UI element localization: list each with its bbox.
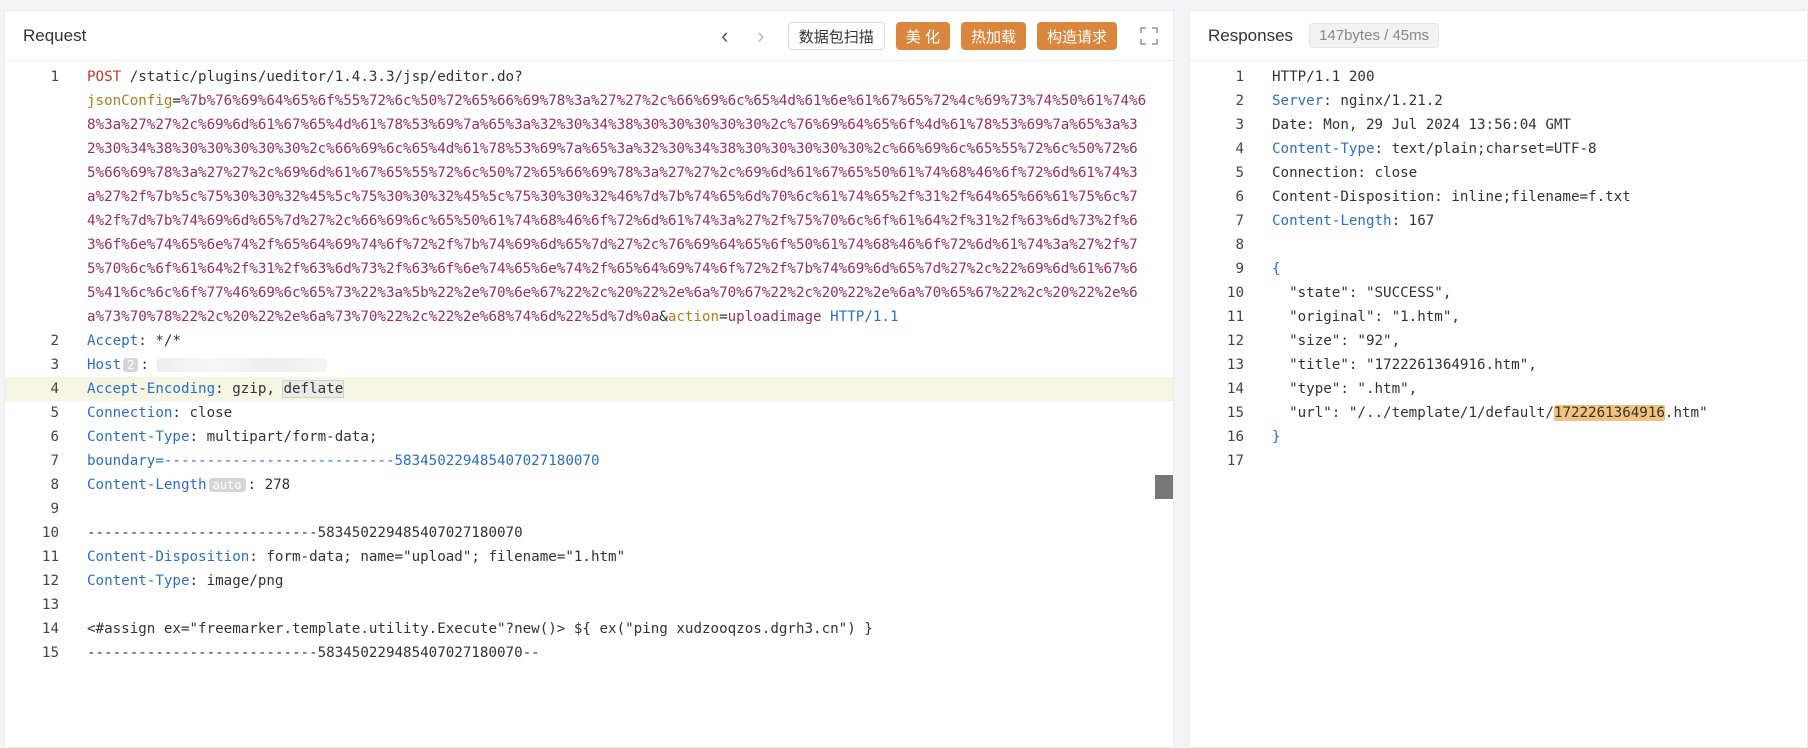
response-header: Responses 147bytes / 45ms xyxy=(1190,11,1807,61)
boundary-line: ---------------------------5834502294854… xyxy=(87,645,540,661)
selected-text: deflate xyxy=(282,380,345,398)
request-pane: Request ‹ › 数据包扫描 美 化 热加载 构造请求 1 POST /s… xyxy=(4,10,1174,748)
response-title: Responses xyxy=(1208,25,1294,45)
code-line: 7 Content-Length: 167 xyxy=(1235,213,1435,229)
code-line: 15 ---------------------------5834502294… xyxy=(5,641,1173,665)
header-name: Content-Disposition xyxy=(87,549,250,565)
code-line: 9 { xyxy=(1190,257,1807,281)
http-version: HTTP/1.1 xyxy=(821,309,899,325)
json-field: "size": "92", xyxy=(1272,333,1401,349)
request-editor[interactable]: 1 POST /static/plugins/ueditor/1.4.3.3/j… xyxy=(5,62,1173,747)
redacted-host xyxy=(156,358,327,372)
json-field: "title": "1722261364916.htm", xyxy=(1272,357,1537,373)
status-line: HTTP/1.1 200 xyxy=(1272,69,1375,85)
line-number: 1 xyxy=(50,69,59,85)
code-line: 1 POST /static/plugins/ueditor/1.4.3.3/j… xyxy=(5,65,1173,89)
header-name: Accept xyxy=(87,333,139,349)
code-line: 9 xyxy=(50,501,59,517)
code-line: jsonConfig=%7b%76%69%64%65%6f%55%72%6c%5… xyxy=(87,93,1147,325)
code-line: 7 boundary=---------------------------58… xyxy=(50,453,600,469)
code-line-active: 4 Accept-Encoding: gzip, deflate xyxy=(5,377,1173,401)
code-line: 14 <#assign ex="freemarker.template.util… xyxy=(5,617,1173,641)
header-name: Host xyxy=(87,357,122,373)
count-chip: 2 xyxy=(123,358,139,372)
code-line: 17 xyxy=(1226,453,1244,469)
code-line: 13 "title": "1722261364916.htm", xyxy=(1190,353,1807,377)
code-line: 11 "original": "1.htm", xyxy=(1190,305,1807,329)
code-line: 16 } xyxy=(1190,425,1807,449)
previous-arrow-icon[interactable]: ‹ xyxy=(714,22,736,50)
code-line: 13 xyxy=(41,597,59,613)
auto-chip: auto xyxy=(208,478,246,492)
code-line: 5 Connection: close xyxy=(50,405,233,421)
code-line: 6 Content-Disposition: inline;filename=f… xyxy=(1235,189,1631,205)
param-key: jsonConfig xyxy=(87,93,173,109)
code-line: 10 ---------------------------5834502294… xyxy=(5,521,1173,545)
code-line: 8 Content-Length auto: 278 xyxy=(50,477,291,493)
header-name: Server xyxy=(1272,93,1324,109)
highlighted-match: 1722261364916 xyxy=(1553,405,1665,421)
json-field: "url": "/../template/1/default/172226136… xyxy=(1272,405,1708,421)
json-field: "state": "SUCCESS", xyxy=(1272,285,1452,301)
next-arrow-icon[interactable]: › xyxy=(750,22,772,50)
code-line: 12 "size": "92", xyxy=(1190,329,1807,353)
code-line: 8 xyxy=(1235,237,1244,253)
boundary-key: boundary= xyxy=(87,453,164,469)
code-line: 3 Date: Mon, 29 Jul 2024 13:56:04 GMT xyxy=(1235,117,1571,133)
header-name: Content-Type xyxy=(87,429,190,445)
header-name: Content-Length xyxy=(87,477,207,493)
expand-icon[interactable] xyxy=(1139,26,1159,46)
code-line: 14 "type": ".htm", xyxy=(1190,377,1807,401)
request-toolbar: ‹ › 数据包扫描 美 化 热加载 构造请求 xyxy=(714,22,1159,50)
request-title: Request xyxy=(23,25,87,45)
build-request-button[interactable]: 构造请求 xyxy=(1036,22,1117,50)
packet-scan-button[interactable]: 数据包扫描 xyxy=(787,22,885,50)
code-line: 10 "state": "SUCCESS", xyxy=(1190,281,1807,305)
code-line: 6 Content-Type: multipart/form-data; xyxy=(50,429,378,445)
param-value: uploadimage xyxy=(727,309,822,325)
header-name: Connection xyxy=(87,405,173,421)
code-line: 12 Content-Type: image/png xyxy=(41,573,284,589)
header-name: Content-Type xyxy=(87,573,190,589)
request-header: Request ‹ › 数据包扫描 美 化 热加载 构造请求 xyxy=(5,11,1173,61)
json-field: "type": ".htm", xyxy=(1272,381,1418,397)
param-key: action xyxy=(667,309,720,325)
code-line: 1 HTTP/1.1 200 xyxy=(1190,65,1807,89)
code-line: 5 Connection: close xyxy=(1235,165,1418,181)
code-line: 11 Content-Disposition: form-data; name=… xyxy=(41,549,626,565)
code-line: 3 Host 2: xyxy=(5,353,1173,377)
size-time-badge: 147bytes / 45ms xyxy=(1309,23,1440,48)
boundary-line: ---------------------------5834502294854… xyxy=(87,525,523,541)
boundary-value: ---------------------------5834502294854… xyxy=(163,453,600,469)
json-field: "original": "1.htm", xyxy=(1272,309,1460,325)
scrollbar-thumb[interactable] xyxy=(1155,475,1173,499)
code-line: 15 "url": "/../template/1/default/172226… xyxy=(1190,401,1807,425)
response-editor[interactable]: 1 HTTP/1.1 200 2 Server: nginx/1.21.2 3 … xyxy=(1190,62,1807,747)
code-line: 4 Content-Type: text/plain;charset=UTF-8 xyxy=(1235,141,1597,157)
header-name: Content-Length xyxy=(1272,213,1392,229)
hot-load-button[interactable]: 热加载 xyxy=(960,22,1026,50)
param-value: %7b%76%69%64%65%6f%55%72%6c%50%72%65%66%… xyxy=(87,93,1147,325)
code-line: 2 Server: nginx/1.21.2 xyxy=(1235,93,1443,109)
response-pane: Responses 147bytes / 45ms 1 HTTP/1.1 200… xyxy=(1189,10,1808,748)
header-name: Content-Type xyxy=(1272,141,1375,157)
request-path: /static/plugins/ueditor/1.4.3.3/jsp/edit… xyxy=(121,69,523,85)
beautify-button[interactable]: 美 化 xyxy=(895,22,950,50)
json-open-brace: { xyxy=(1272,261,1281,277)
header-value: : */* xyxy=(138,333,181,349)
http-method: POST xyxy=(87,69,122,85)
code-line: 2 Accept: */* xyxy=(50,333,181,349)
payload-line: <#assign ex="freemarker.template.utility… xyxy=(87,621,873,637)
header-name: Accept-Encoding xyxy=(87,381,216,397)
json-close-brace: } xyxy=(1272,429,1281,445)
